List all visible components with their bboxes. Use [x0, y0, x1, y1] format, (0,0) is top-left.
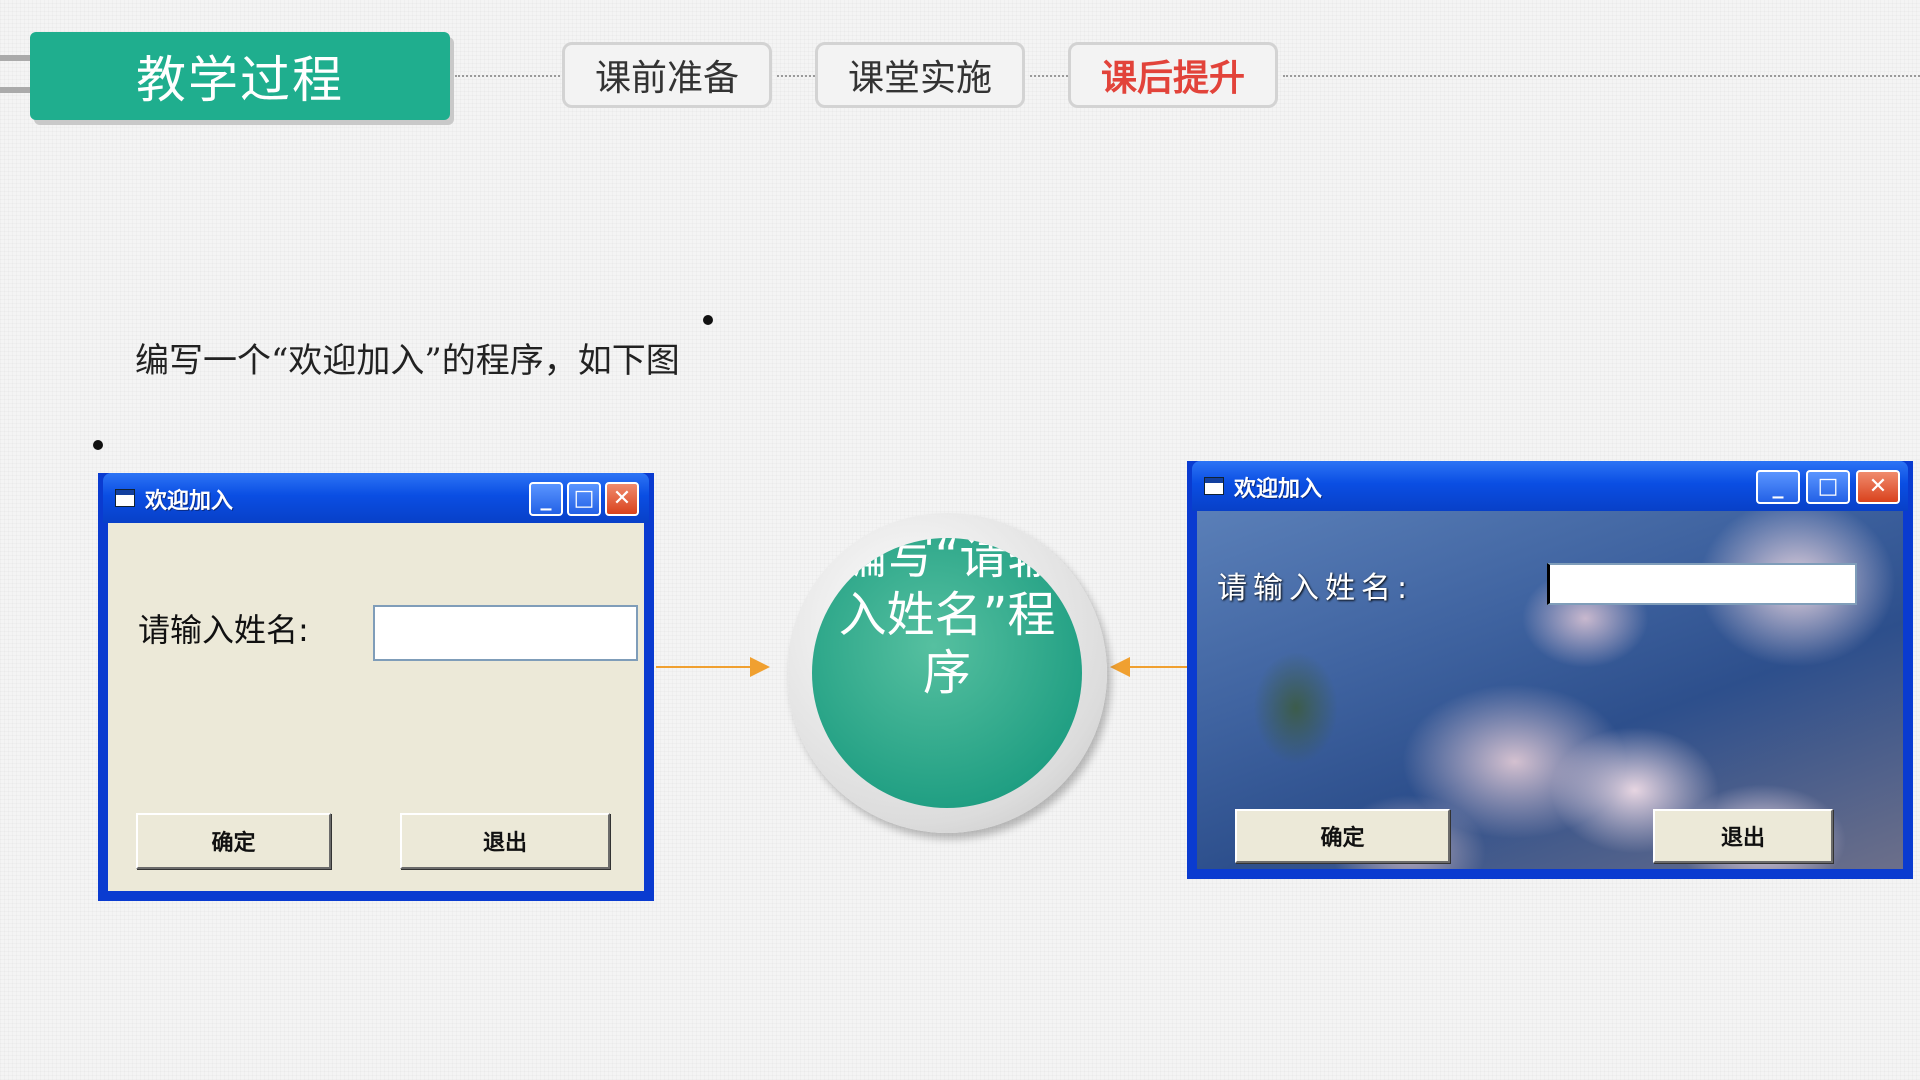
section-title: 教学过程 — [30, 32, 450, 120]
section-title-text: 教学过程 — [136, 51, 344, 109]
welcome-window-plain: 欢迎加入 _ □ ✕ 请输入姓名: 确定 退出 — [98, 473, 654, 901]
center-circle: 编写“请输入姓名”程序 — [812, 538, 1082, 808]
arrow-line — [656, 666, 756, 668]
ok-button[interactable]: 确定 — [1235, 809, 1450, 863]
arrow-left-icon — [1110, 657, 1130, 681]
connector-line — [1283, 75, 1920, 77]
close-icon[interactable]: ✕ — [605, 482, 639, 516]
tab-label: 课堂实施 — [847, 58, 992, 99]
welcome-window-image: 欢迎加入 _ □ ✕ 请输入姓名: 确定 退出 — [1187, 461, 1913, 879]
window-app-icon — [1204, 477, 1224, 495]
ok-button[interactable]: 确定 — [136, 813, 331, 869]
tab-pre-class[interactable]: 课前准备 — [562, 42, 772, 108]
tab-label: 课后提升 — [1100, 58, 1245, 99]
maximize-icon[interactable]: □ — [567, 482, 601, 516]
window-client-area: 请输入姓名: 确定 退出 — [108, 523, 644, 891]
tab-in-class[interactable]: 课堂实施 — [815, 42, 1025, 108]
bullet-icon — [93, 440, 103, 450]
name-input[interactable] — [1547, 563, 1857, 605]
arrow-line — [1128, 666, 1188, 668]
tab-post-class[interactable]: 课后提升 — [1068, 42, 1278, 108]
close-icon[interactable]: ✕ — [1856, 470, 1900, 504]
window-title: 欢迎加入 — [1234, 477, 1323, 502]
center-circle-text: 编写“请输入姓名”程序 — [838, 538, 1056, 701]
exit-button[interactable]: 退出 — [1653, 809, 1833, 863]
name-input[interactable] — [373, 605, 638, 661]
window-client-area: 请输入姓名: 确定 退出 — [1197, 511, 1903, 869]
connector-line — [1030, 75, 1068, 77]
bullet-icon — [703, 315, 713, 325]
arrow-right-icon — [750, 657, 770, 681]
connector-line — [777, 75, 815, 77]
exit-button[interactable]: 退出 — [400, 813, 610, 869]
window-app-icon — [115, 489, 135, 507]
window-titlebar[interactable]: 欢迎加入 _ □ ✕ — [103, 473, 649, 523]
tab-label: 课前准备 — [594, 58, 739, 99]
window-titlebar[interactable]: 欢迎加入 _ □ ✕ — [1192, 461, 1908, 511]
connector-line — [455, 75, 560, 77]
name-prompt-label: 请输入姓名: — [1217, 571, 1414, 606]
minimize-icon[interactable]: _ — [529, 482, 563, 516]
maximize-icon[interactable]: □ — [1806, 470, 1850, 504]
task-description: 编写一个“欢迎加入”的程序，如下图 — [135, 341, 680, 381]
minimize-icon[interactable]: _ — [1756, 470, 1800, 504]
name-prompt-label: 请输入姓名: — [138, 611, 309, 649]
window-title: 欢迎加入 — [145, 489, 234, 514]
